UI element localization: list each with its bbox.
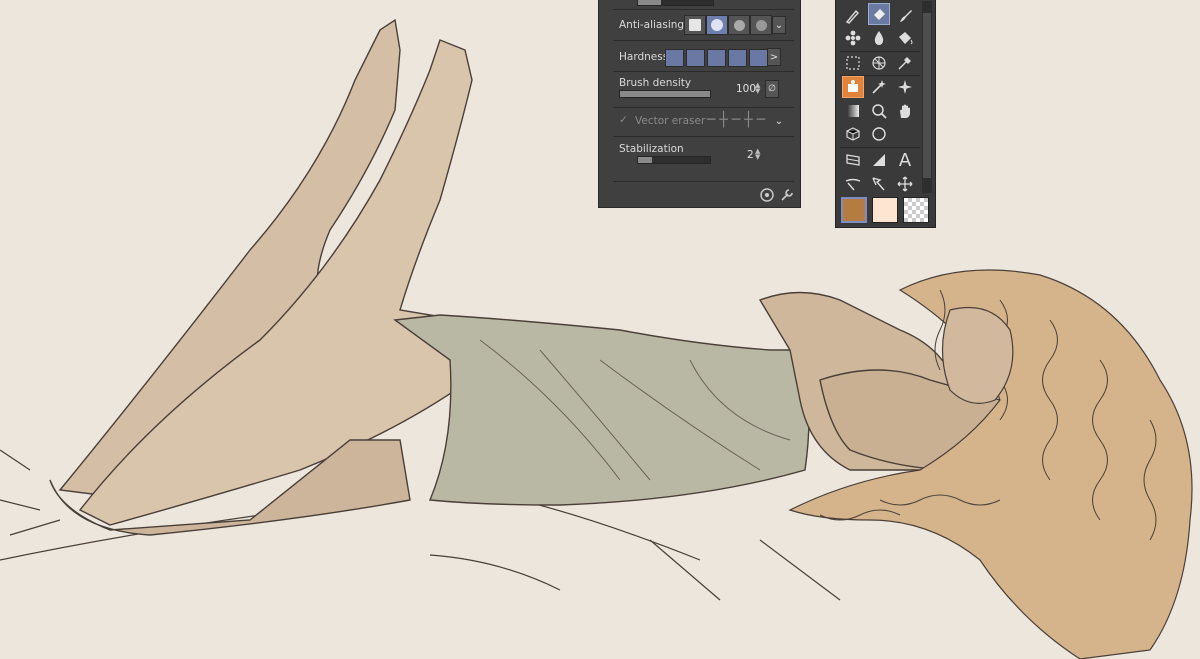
vector-eraser-checkbox[interactable]: ✓	[619, 114, 628, 126]
text-tool[interactable]: A	[894, 149, 916, 171]
eraser-variant-icon	[874, 9, 885, 20]
gradient-tool[interactable]	[842, 100, 864, 122]
ruler-triangle-tool[interactable]	[868, 149, 890, 171]
text-icon: A	[898, 149, 912, 171]
speech-tail-icon	[845, 178, 861, 191]
anti-aliasing-selector[interactable]	[684, 15, 772, 35]
triangle-ruler-icon	[873, 154, 885, 166]
anti-aliasing-none-button[interactable]	[684, 15, 706, 35]
eraser-icon	[848, 80, 858, 92]
anti-aliasing-medium-button[interactable]	[728, 15, 750, 35]
vector-eraser-label: Vector eraser	[635, 115, 706, 127]
size-slider[interactable]	[637, 0, 714, 6]
brush-density-pressure-icon[interactable]: ∅	[765, 80, 779, 98]
magnifier-icon	[872, 104, 887, 119]
fill-tool[interactable]	[894, 27, 916, 49]
brush-density-value[interactable]: 100	[736, 83, 756, 95]
blend-tool[interactable]	[868, 27, 890, 49]
anti-aliasing-strong-button[interactable]	[750, 15, 772, 35]
ruler-tool[interactable]	[868, 52, 890, 74]
stabilization-label: Stabilization	[619, 143, 684, 155]
tool-palette: A	[835, 0, 936, 228]
hardness-level-5[interactable]	[749, 49, 768, 67]
eraser-variant-tool[interactable]	[868, 3, 890, 25]
gradient-icon	[847, 105, 859, 117]
anti-aliasing-chevron-down-icon[interactable]: ⌄	[772, 16, 786, 34]
droplet-icon	[874, 31, 884, 45]
circle-icon	[872, 127, 886, 141]
tool-palette-scroll-thumb[interactable]	[923, 13, 931, 178]
cube-cursor-icon	[846, 127, 860, 141]
balloon-tool[interactable]	[842, 173, 864, 195]
pen-tool[interactable]	[842, 5, 864, 27]
grid-globe-icon	[872, 56, 886, 70]
hardness-level-1[interactable]	[665, 49, 684, 67]
main-color-swatch[interactable]	[841, 197, 867, 223]
figure-tool[interactable]	[868, 123, 890, 145]
brush-density-label: Brush density	[619, 77, 692, 89]
auto-select-tool[interactable]	[868, 76, 890, 98]
tool-palette-scrollbar[interactable]	[922, 1, 932, 193]
hardness-level-4[interactable]	[728, 49, 747, 67]
object-tool[interactable]	[842, 123, 864, 145]
magic-wand-icon	[872, 80, 886, 94]
vector-eraser-chevron-down-icon[interactable]: ⌄	[772, 112, 786, 130]
vector-eraser-mode-icons[interactable]: ─┼─┼─	[707, 112, 769, 128]
eraser-tool[interactable]	[842, 76, 864, 98]
frame-icon	[846, 154, 860, 166]
anti-aliasing-weak-button[interactable]	[706, 15, 728, 35]
brush-density-slider[interactable]	[619, 90, 711, 98]
zoom-tool[interactable]	[868, 100, 890, 122]
move-arrows-icon	[897, 176, 913, 192]
sparkle-tool[interactable]	[894, 76, 916, 98]
decoration-tool[interactable]	[842, 27, 864, 49]
stabilization-spinner-icon[interactable]: ▲ ▼	[755, 148, 760, 161]
frame-border-tool[interactable]	[842, 149, 864, 171]
transparent-color-swatch[interactable]	[903, 197, 929, 223]
vector-arrow-icon	[872, 177, 885, 191]
sub-color-swatch[interactable]	[872, 197, 898, 223]
brush-icon	[900, 10, 912, 22]
hardness-more-button[interactable]: >	[767, 48, 781, 66]
face	[941, 306, 1014, 404]
stabilization-slider[interactable]	[637, 156, 711, 164]
hardness-level-2[interactable]	[686, 49, 705, 67]
brush-density-spinner-icon[interactable]: ▲ ▼	[755, 82, 760, 95]
hardness-label: Hardness	[619, 51, 669, 63]
hand-tool[interactable]	[894, 100, 916, 122]
pen-icon	[845, 9, 859, 24]
paint-bucket-icon	[899, 32, 913, 45]
correct-line-tool[interactable]	[868, 173, 890, 195]
move-layer-tool[interactable]	[894, 173, 916, 195]
sub-tool-detail-icon[interactable]	[759, 187, 775, 203]
hand-icon	[900, 104, 910, 118]
stabilization-value[interactable]: 2	[747, 149, 754, 161]
hardness-level-3[interactable]	[707, 49, 726, 67]
selection-tool[interactable]	[842, 52, 864, 74]
sparkle-icon	[898, 80, 912, 94]
tool-property-panel: Anti-aliasing ⌄ Hardness > Brush density…	[598, 0, 801, 208]
flower-icon	[845, 30, 861, 46]
hardness-selector[interactable]	[665, 49, 770, 67]
wrench-icon[interactable]	[779, 187, 795, 203]
eyedropper-icon	[898, 57, 911, 70]
eyedropper-tool[interactable]	[894, 52, 916, 74]
anti-aliasing-label: Anti-aliasing	[619, 19, 685, 31]
brush-tool[interactable]	[894, 5, 916, 27]
marquee-icon	[846, 56, 860, 70]
